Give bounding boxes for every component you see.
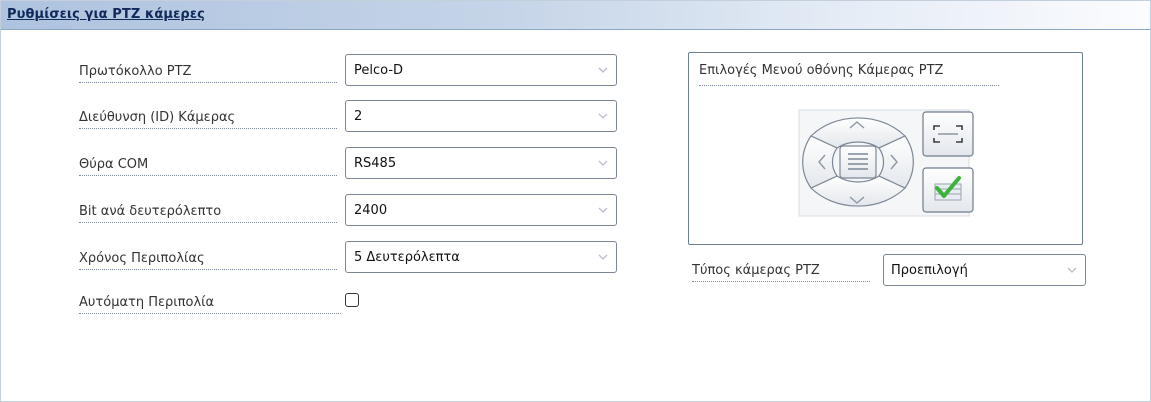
chevron-down-icon <box>598 207 608 213</box>
ptz-type-select[interactable]: Προεπιλογή <box>883 254 1086 286</box>
baud-rate-value: 2400 <box>354 203 388 218</box>
protocol-select[interactable]: Pelco-D <box>345 54 617 86</box>
com-port-value: RS485 <box>354 156 397 171</box>
osd-dpad <box>798 109 974 217</box>
osd-menu-button[interactable] <box>839 145 877 179</box>
com-port-label: Θύρα COM <box>79 155 337 176</box>
camera-id-label: Διεύθυνση (ID) Κάμερας <box>79 108 337 129</box>
ptz-type-value: Προεπιλογή <box>891 263 968 278</box>
chevron-down-icon <box>598 67 608 73</box>
patrol-time-select[interactable]: 5 Δευτερόλεπτα <box>345 241 617 273</box>
osd-confirm-button[interactable] <box>922 167 974 213</box>
chevron-down-icon <box>598 113 608 119</box>
camera-id-value: 2 <box>354 109 363 124</box>
com-port-select[interactable]: RS485 <box>345 147 617 179</box>
panel-header: Ρυθμίσεις για PTZ κάμερες <box>1 1 1150 30</box>
patrol-time-label: Χρόνος Περιπολίας <box>79 249 337 270</box>
chevron-down-icon <box>598 160 608 166</box>
chevron-down-icon <box>598 254 608 260</box>
auto-patrol-label: Αυτόματη Περιπολία <box>79 293 341 314</box>
baud-rate-select[interactable]: 2400 <box>345 194 617 226</box>
camera-id-select[interactable]: 2 <box>345 100 617 132</box>
protocol-label: Πρωτόκολλο PTZ <box>79 62 337 83</box>
osd-fullscreen-button[interactable] <box>922 111 974 157</box>
ptz-type-label: Τύπος κάμερας PTZ <box>692 263 870 282</box>
auto-patrol-checkbox[interactable] <box>345 293 359 307</box>
panel-title: Ρυθμίσεις για PTZ κάμερες <box>7 7 205 22</box>
osd-menu-title: Επιλογές Μενού οθόνης Κάμερας PTZ <box>699 63 999 86</box>
baud-rate-label: Bit ανά δευτερόλεπτο <box>79 202 337 223</box>
protocol-value: Pelco-D <box>354 63 404 78</box>
patrol-time-value: 5 Δευτερόλεπτα <box>354 250 460 265</box>
ptz-settings-panel: Ρυθμίσεις για PTZ κάμερες Πρωτόκολλο PTZ… <box>0 0 1151 402</box>
chevron-down-icon <box>1067 267 1077 273</box>
